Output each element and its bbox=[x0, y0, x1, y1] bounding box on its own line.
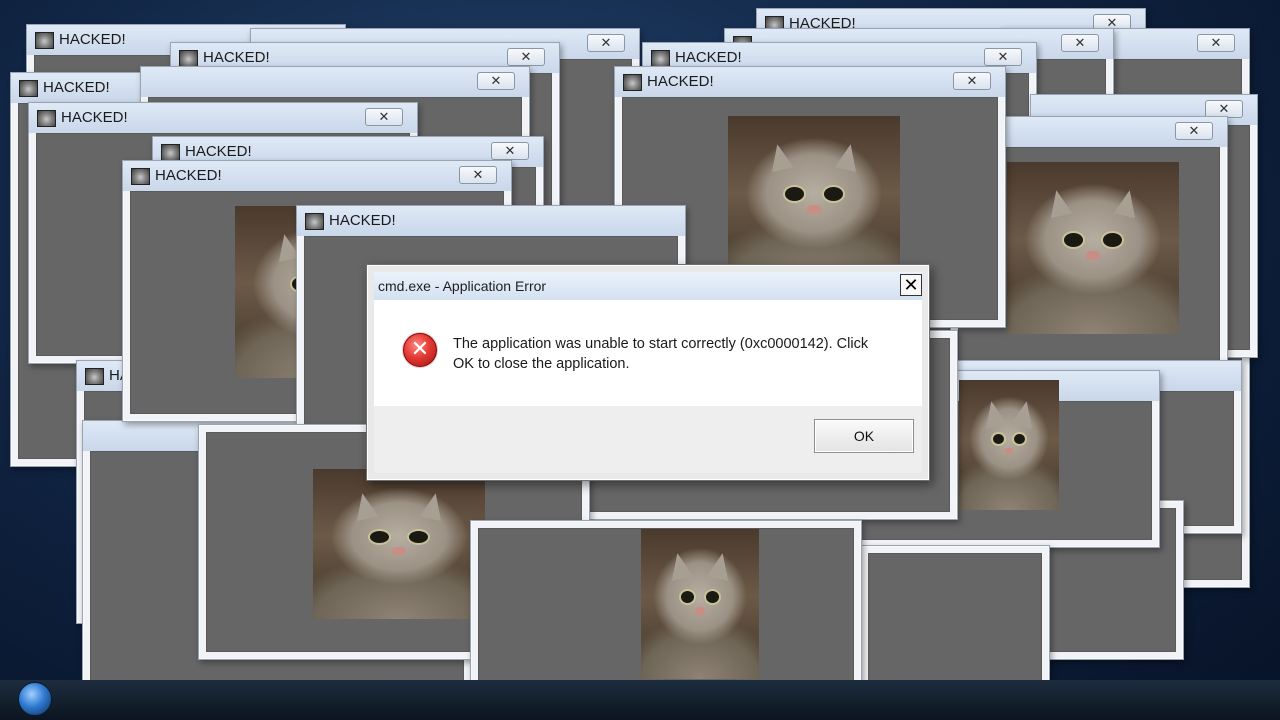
cat-photo bbox=[313, 469, 485, 619]
popup-title: HACKED! bbox=[61, 109, 128, 126]
cat-icon bbox=[37, 110, 56, 127]
cat-icon bbox=[19, 80, 38, 97]
popup-content bbox=[868, 553, 1042, 687]
dialog-footer: OK bbox=[374, 406, 922, 473]
popup-titlebar[interactable]: HACKED! ✕ bbox=[123, 161, 511, 191]
error-icon: ✕ bbox=[403, 333, 437, 367]
close-icon[interactable]: ✕ bbox=[507, 48, 545, 66]
cat-icon bbox=[623, 74, 642, 91]
popup-title: HACKED! bbox=[185, 143, 252, 160]
close-icon[interactable]: ✕ bbox=[984, 48, 1022, 66]
popup-titlebar[interactable]: HACKED! bbox=[297, 206, 685, 236]
start-button[interactable] bbox=[18, 682, 52, 716]
cat-photo bbox=[1007, 162, 1179, 334]
application-error-dialog[interactable]: cmd.exe - Application Error ✕ ✕ The appl… bbox=[366, 264, 930, 481]
taskbar bbox=[0, 680, 1280, 720]
close-icon[interactable]: ✕ bbox=[365, 108, 403, 126]
popup-title: HACKED! bbox=[203, 49, 270, 66]
close-icon[interactable]: ✕ bbox=[459, 166, 497, 184]
popup-title: HACKED! bbox=[647, 73, 714, 90]
close-icon[interactable]: ✕ bbox=[1197, 34, 1235, 52]
popup-title: HACKED! bbox=[43, 79, 110, 96]
cat-icon bbox=[35, 32, 54, 49]
popup-titlebar[interactable]: HACKED! ✕ bbox=[615, 67, 1005, 97]
hacked-popup-window[interactable] bbox=[860, 545, 1050, 695]
close-icon[interactable]: ✕ bbox=[477, 72, 515, 90]
popup-title: HACKED! bbox=[329, 212, 396, 229]
close-icon[interactable]: ✕ bbox=[491, 142, 529, 160]
cat-photo bbox=[728, 116, 900, 288]
cat-icon bbox=[131, 168, 150, 185]
cat-icon bbox=[179, 50, 198, 67]
popup-title: HACKED! bbox=[59, 31, 126, 48]
popup-title: HACKED! bbox=[155, 167, 222, 184]
cat-icon bbox=[305, 213, 324, 230]
popup-titlebar[interactable]: HACKED! ✕ bbox=[29, 103, 417, 133]
popup-titlebar[interactable]: ✕ bbox=[141, 67, 529, 97]
dialog-body: ✕ The application was unable to start co… bbox=[374, 300, 922, 408]
cat-icon bbox=[85, 368, 104, 385]
cat-icon bbox=[161, 144, 180, 161]
close-icon[interactable]: ✕ bbox=[900, 274, 922, 296]
close-icon[interactable]: ✕ bbox=[953, 72, 991, 90]
ok-button[interactable]: OK bbox=[814, 419, 914, 453]
close-icon[interactable]: ✕ bbox=[1061, 34, 1099, 52]
close-icon[interactable]: ✕ bbox=[1175, 122, 1213, 140]
error-message: The application was unable to start corr… bbox=[453, 336, 869, 372]
popup-title: HACKED! bbox=[675, 49, 742, 66]
cat-photo bbox=[959, 380, 1059, 510]
cat-icon bbox=[651, 50, 670, 67]
dialog-titlebar[interactable]: cmd.exe - Application Error ✕ bbox=[374, 272, 922, 300]
cat-photo bbox=[641, 529, 759, 679]
close-icon[interactable]: ✕ bbox=[587, 34, 625, 52]
dialog-title: cmd.exe - Application Error bbox=[378, 278, 547, 294]
